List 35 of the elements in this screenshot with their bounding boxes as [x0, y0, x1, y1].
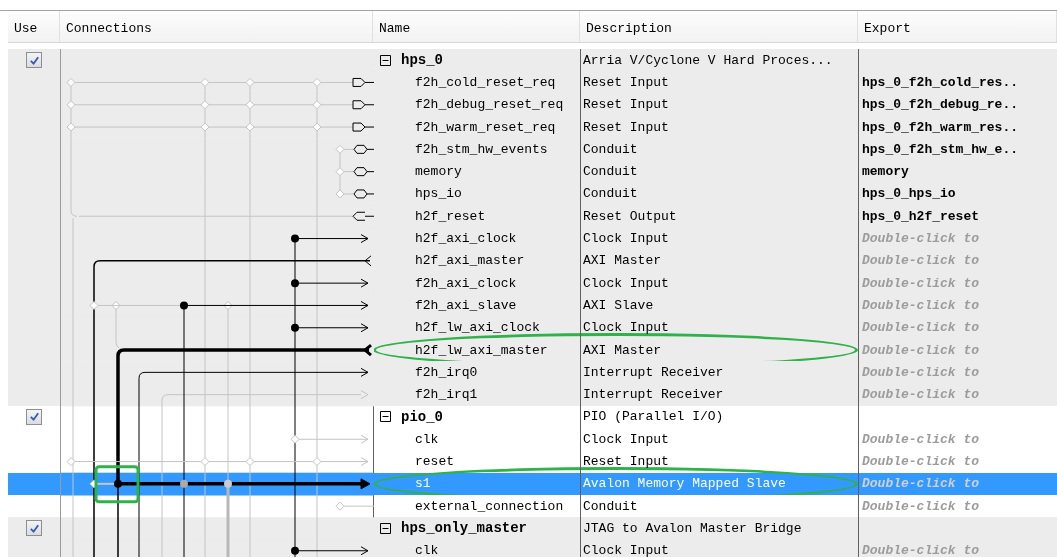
column-header[interactable]: Export	[858, 11, 1057, 42]
collapse-icon[interactable]	[380, 54, 391, 66]
interface-description: AXI Master	[580, 249, 858, 272]
collapse-icon[interactable]	[380, 522, 391, 534]
interface-description: Conduit	[580, 160, 858, 183]
interface-description: AXI Slave	[580, 294, 858, 317]
column-header[interactable]: Name	[373, 11, 580, 42]
check-icon	[28, 522, 40, 534]
interface-description: Reset Input	[580, 71, 858, 94]
interface-description: Reset Input	[580, 450, 858, 473]
export-name[interactable]: memory	[858, 160, 1057, 183]
interface-description: Interrupt Receiver	[580, 383, 858, 406]
use-cell	[8, 383, 60, 406]
interface-description: Clock Input	[580, 227, 858, 250]
module-description: JTAG to Avalon Master Bridge	[580, 517, 858, 540]
module-name[interactable]: hps_0	[401, 52, 443, 69]
interface-description: Clock Input	[580, 316, 858, 339]
interface-name[interactable]: reset	[373, 450, 580, 473]
interface-description: Clock Input	[580, 539, 858, 557]
collapse-icon[interactable]	[380, 411, 391, 423]
use-checkbox[interactable]	[26, 520, 42, 537]
column-header[interactable]: Description	[580, 11, 858, 42]
export-name[interactable]: hps_0_f2h_cold_res..	[858, 71, 1057, 94]
check-icon	[28, 54, 40, 66]
module-name[interactable]: pio_0	[401, 408, 443, 425]
check-icon	[28, 411, 40, 423]
use-checkbox[interactable]	[26, 52, 42, 68]
use-checkbox[interactable]	[26, 408, 42, 425]
column-header[interactable]: Connections	[60, 11, 373, 42]
interface-description: Reset Input	[580, 93, 858, 116]
interface-description: Avalon Memory Mapped Slave	[580, 472, 858, 495]
module-name[interactable]: hps_only_master	[401, 520, 528, 537]
export-name[interactable]: hps_0_f2h_debug_re..	[858, 93, 1057, 116]
column-header[interactable]: Use	[8, 11, 60, 42]
use-cell	[8, 472, 60, 495]
